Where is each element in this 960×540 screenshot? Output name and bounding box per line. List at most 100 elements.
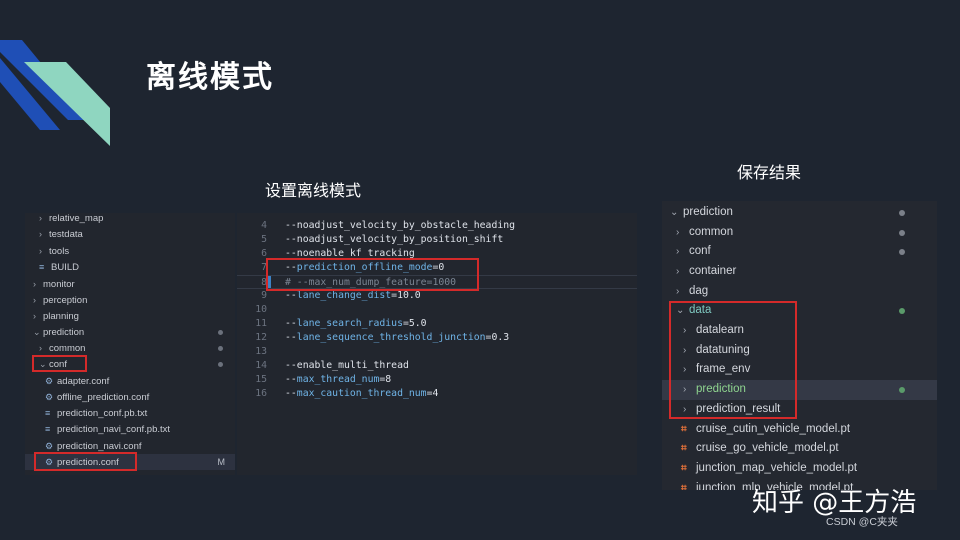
line-number: 10 bbox=[255, 304, 267, 315]
text-file-icon: ≡ bbox=[45, 424, 51, 434]
status-dot bbox=[899, 210, 905, 216]
tree-item-label: common bbox=[689, 226, 734, 238]
tree-item-testdata[interactable]: › testdata bbox=[25, 226, 235, 242]
chevron-right-icon: › bbox=[676, 266, 680, 277]
line-number: 4 bbox=[261, 220, 267, 231]
tree-item-junction-map-model[interactable]: ⌗ junction_map_vehicle_model.pt bbox=[662, 459, 937, 479]
modified-dot bbox=[218, 362, 223, 367]
chevron-right-icon: › bbox=[676, 246, 680, 257]
build-file-icon: ≡ bbox=[39, 262, 45, 272]
tree-item-label: prediction_navi.conf bbox=[57, 441, 142, 452]
tree-item-label: tools bbox=[49, 246, 70, 257]
line-number: 14 bbox=[255, 360, 267, 371]
chevron-right-icon: › bbox=[39, 213, 42, 223]
tree-item-prediction-navi-conf-pb-txt[interactable]: ≡ prediction_navi_conf.pb.txt bbox=[25, 421, 235, 437]
code-param: lane_change_dist bbox=[296, 290, 392, 301]
tree-item-label: prediction_conf.pb.txt bbox=[57, 408, 148, 419]
code-value: =10.0 bbox=[391, 290, 421, 301]
caption-set-offline-mode: 设置离线模式 bbox=[265, 181, 362, 200]
tree-item-common[interactable]: › common bbox=[662, 223, 937, 243]
tree-item-label: common bbox=[49, 343, 86, 354]
tree-item-label: BUILD bbox=[51, 262, 79, 273]
rss-file-icon: ⌗ bbox=[681, 463, 687, 474]
chevron-right-icon: › bbox=[33, 311, 36, 321]
tree-item-label: testdata bbox=[49, 229, 83, 240]
tree-item-label: conf bbox=[689, 245, 711, 257]
code-line: 4 --noadjust_velocity_by_obstacle_heading bbox=[237, 219, 637, 233]
text-file-icon: ≡ bbox=[45, 408, 51, 418]
code-line: 14 --enable_multi_thread bbox=[237, 359, 637, 373]
tree-item-common[interactable]: › common bbox=[25, 340, 235, 356]
tree-item-dag[interactable]: › dag bbox=[662, 282, 937, 302]
code-line: 16 --max_caution_thread_num=4 bbox=[237, 387, 637, 401]
code-param: max_caution_thread_num bbox=[296, 388, 427, 399]
highlight-box-conf bbox=[32, 355, 87, 372]
tree-item-conf[interactable]: › conf bbox=[662, 242, 937, 262]
tree-item-prediction-root[interactable]: ⌄ prediction bbox=[662, 203, 937, 223]
chevron-right-icon: › bbox=[39, 343, 42, 353]
code-prefix: -- bbox=[285, 388, 297, 399]
code-prefix: -- bbox=[285, 374, 297, 385]
tree-item-prediction-conf-pb-txt[interactable]: ≡ prediction_conf.pb.txt bbox=[25, 405, 235, 421]
code-editor[interactable]: 4 --noadjust_velocity_by_obstacle_heading… bbox=[237, 213, 637, 475]
code-line: 11 --lane_search_radius=5.0 bbox=[237, 317, 637, 331]
code-line: 15 --max_thread_num=8 bbox=[237, 373, 637, 387]
code-prefix: -- bbox=[285, 290, 297, 301]
tree-item-build[interactable]: ≡ BUILD bbox=[25, 259, 235, 275]
rss-file-icon: ⌗ bbox=[681, 483, 687, 490]
slide-title: 离线模式 bbox=[146, 60, 274, 95]
tree-item-monitor[interactable]: › monitor bbox=[25, 276, 235, 292]
line-number: 13 bbox=[255, 346, 267, 357]
tree-item-label: planning bbox=[43, 311, 79, 322]
caption-save-results: 保存结果 bbox=[737, 163, 802, 182]
chevron-right-icon: › bbox=[676, 227, 680, 238]
line-number: 16 bbox=[255, 388, 267, 399]
code-param: max_thread_num bbox=[296, 374, 380, 385]
code-text: --enable_multi_thread bbox=[285, 360, 409, 371]
tree-item-adapter-conf[interactable]: ⚙ adapter.conf bbox=[25, 373, 235, 389]
code-prefix: -- bbox=[285, 318, 297, 329]
modified-dot bbox=[218, 346, 223, 351]
tree-item-perception[interactable]: › perception bbox=[25, 292, 235, 308]
status-dot bbox=[899, 249, 905, 255]
tree-item-label: dag bbox=[689, 285, 709, 297]
line-number: 7 bbox=[261, 262, 267, 273]
tree-item-offline-prediction-conf[interactable]: ⚙ offline_prediction.conf bbox=[25, 389, 235, 405]
code-line: 12 --lane_sequence_threshold_junction=0.3 bbox=[237, 331, 637, 345]
chevron-right-icon: › bbox=[33, 295, 36, 305]
code-param: lane_search_radius bbox=[296, 318, 403, 329]
tree-item-container[interactable]: › container bbox=[662, 262, 937, 282]
tree-item-label: adapter.conf bbox=[57, 376, 110, 387]
tree-item-planning[interactable]: › planning bbox=[25, 308, 235, 324]
modified-dot bbox=[218, 330, 223, 335]
tree-item-label: container bbox=[689, 265, 737, 277]
tree-item-cruise-go-model[interactable]: ⌗ cruise_go_vehicle_model.pt bbox=[662, 439, 937, 459]
tree-item-label: perception bbox=[43, 295, 88, 306]
rss-file-icon: ⌗ bbox=[681, 424, 687, 435]
modified-badge: M bbox=[217, 457, 226, 467]
highlight-box-offline-mode bbox=[266, 258, 479, 291]
code-value: =4 bbox=[426, 388, 439, 399]
line-number: 8 bbox=[261, 277, 267, 288]
left-file-explorer: › relative_map › testdata › tools ≡ BUILD › m… bbox=[25, 213, 235, 475]
code-text: --noadjust_velocity_by_position_shift bbox=[285, 234, 504, 245]
tree-item-cruise-cutin-model[interactable]: ⌗ cruise_cutin_vehicle_model.pt bbox=[662, 420, 937, 440]
line-number: 6 bbox=[261, 248, 267, 259]
status-dot bbox=[899, 308, 905, 314]
line-number: 15 bbox=[255, 374, 267, 385]
gear-icon: ⚙ bbox=[45, 392, 54, 402]
tree-item-label: prediction bbox=[683, 206, 733, 218]
line-number: 5 bbox=[261, 234, 267, 245]
code-line: 5 --noadjust_velocity_by_position_shift bbox=[237, 233, 637, 247]
tree-item-prediction[interactable]: ⌄ prediction bbox=[25, 324, 235, 340]
chevron-right-icon: › bbox=[33, 279, 36, 289]
tree-item-relative-map[interactable]: › relative_map bbox=[25, 213, 235, 226]
code-line: 9 --lane_change_dist=10.0 bbox=[237, 289, 637, 303]
code-line: 13 bbox=[237, 345, 637, 359]
code-param: lane_sequence_threshold_junction bbox=[296, 332, 486, 343]
highlight-box-data-folder bbox=[669, 301, 797, 419]
tree-item-tools[interactable]: › tools bbox=[25, 243, 235, 259]
line-number: 12 bbox=[255, 332, 267, 343]
csdn-watermark: CSDN @C夹夹 bbox=[826, 516, 898, 528]
tree-item-label: relative_map bbox=[49, 213, 104, 224]
